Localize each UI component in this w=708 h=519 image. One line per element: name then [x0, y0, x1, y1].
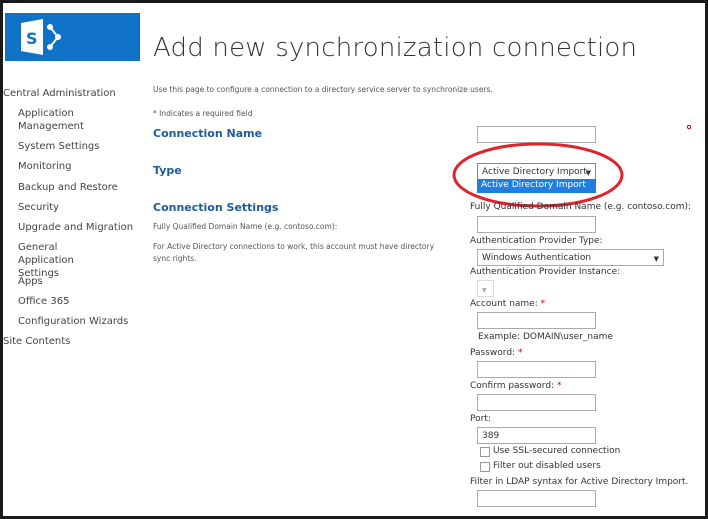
ssl-checkbox[interactable] — [480, 447, 490, 457]
section-connection-settings: Connection Settings — [153, 201, 279, 214]
password-label: Password: * — [470, 348, 523, 358]
ad-description: For Active Directory connections to work… — [153, 242, 435, 263]
page: S Add new synchronization connection Cen… — [3, 3, 705, 516]
nav-monitoring[interactable]: Monitoring — [18, 160, 71, 173]
required-marker: * — [540, 299, 546, 309]
sharepoint-logo[interactable]: S — [5, 13, 140, 61]
auth-type-value: Windows Authentication — [482, 253, 592, 263]
ssl-label: Use SSL-secured connection — [493, 446, 621, 456]
filter-disabled-label: Filter out disabled users — [493, 461, 601, 471]
account-example: Example: DOMAIN\user_name — [478, 332, 613, 342]
dot-marker — [686, 124, 692, 130]
intro-text: Use this page to configure a connection … — [153, 85, 493, 94]
nav-office-365[interactable]: Office 365 — [18, 295, 69, 308]
dropdown-arrow-icon: ▼ — [482, 287, 487, 294]
account-name-input[interactable] — [477, 312, 596, 329]
nav-apps[interactable]: Apps — [18, 275, 43, 288]
page-title: Add new synchronization connection — [153, 33, 638, 63]
ldap-filter-label: Filter in LDAP syntax for Active Directo… — [470, 477, 689, 487]
nav-site-contents[interactable]: Site Contents — [3, 335, 70, 348]
confirm-password-label: Confirm password: * — [470, 381, 562, 391]
ldap-filter-input[interactable] — [477, 490, 596, 507]
red-highlight-ellipse — [452, 142, 624, 208]
fqdn-input[interactable] — [477, 216, 596, 233]
nav-backup-restore[interactable]: Backup and Restore — [18, 181, 118, 194]
nav-application-management[interactable]: Application Management — [18, 107, 98, 133]
port-input[interactable]: 389 — [477, 427, 596, 444]
required-marker: * — [517, 348, 523, 358]
nav-configuration-wizards[interactable]: Configuration Wizards — [18, 315, 128, 328]
auth-instance-label: Authentication Provider Instance: — [470, 267, 621, 277]
filter-disabled-checkbox[interactable] — [480, 462, 490, 472]
svg-text:S: S — [26, 29, 38, 48]
required-marker: * — [556, 381, 562, 391]
port-label: Port: — [470, 414, 491, 424]
account-name-label: Account name: * — [470, 299, 546, 309]
fqdn-description: Fully Qualified Domain Name (e.g. contos… — [153, 222, 338, 231]
confirm-password-input[interactable] — [477, 394, 596, 411]
section-type: Type — [153, 164, 182, 177]
nav-upgrade-migration[interactable]: Upgrade and Migration — [18, 221, 133, 234]
auth-type-select[interactable]: Windows Authentication ▼ — [477, 249, 664, 266]
dropdown-arrow-icon: ▼ — [653, 255, 659, 263]
nav-system-settings[interactable]: System Settings — [18, 140, 99, 153]
fqdn-label: Fully Qualified Domain Name (e.g. contos… — [470, 202, 692, 212]
auth-type-label: Authentication Provider Type: — [470, 236, 603, 246]
required-note: * Indicates a required field — [153, 109, 253, 118]
password-input[interactable] — [477, 361, 596, 378]
section-connection-name: Connection Name — [153, 127, 263, 140]
nav-central-administration[interactable]: Central Administration — [3, 87, 116, 100]
sharepoint-icon: S — [21, 19, 61, 55]
nav-security[interactable]: Security — [18, 201, 59, 214]
auth-instance-select[interactable]: ▼ — [477, 280, 494, 297]
